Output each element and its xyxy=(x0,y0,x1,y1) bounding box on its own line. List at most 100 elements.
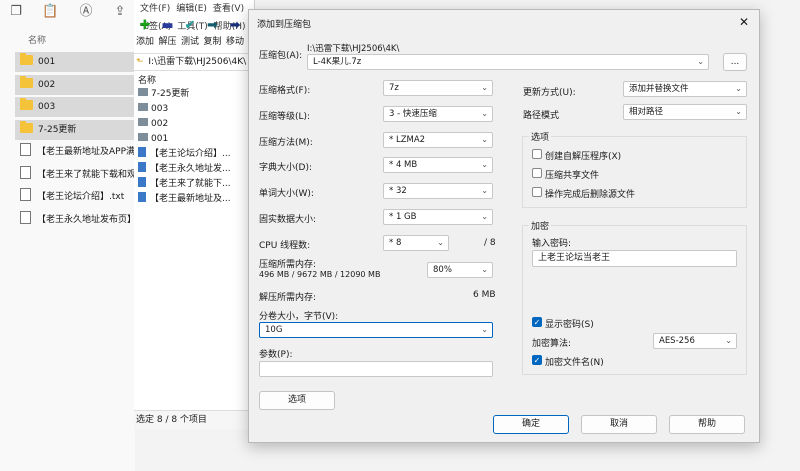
volume-size-value: 10G xyxy=(265,325,283,335)
folder-item[interactable]: 7-25更新 xyxy=(15,119,135,140)
path-mode-value: 相对路径 xyxy=(629,107,664,117)
level-select[interactable]: 3 - 快速压缩 ⌄ xyxy=(383,106,493,122)
close-icon[interactable]: ✕ xyxy=(735,14,753,30)
password-input[interactable]: 上老王论坛当老王 xyxy=(532,250,737,267)
toolbar-label: 测试 xyxy=(180,37,199,47)
fm-folder-item[interactable]: 002 xyxy=(138,117,254,132)
item-name: 【老王来了就能下... xyxy=(150,179,231,189)
copy-icon: ➡ xyxy=(207,18,218,33)
encrypt-names-checkbox[interactable]: ✓ xyxy=(532,355,542,365)
item-name: 002 xyxy=(151,119,169,129)
folder-icon xyxy=(20,75,33,88)
file-item[interactable]: 【老王来了就能下载和观 xyxy=(15,165,135,185)
solid-block-select[interactable]: * 1 GB ⌄ xyxy=(383,209,493,225)
solid-block-label: 固实数据大小: xyxy=(259,215,317,225)
folder-item[interactable]: 002 xyxy=(15,74,135,95)
delete-after-checkbox[interactable] xyxy=(532,187,542,197)
menu-item[interactable]: 编辑(E) xyxy=(176,4,207,14)
shared-files-label[interactable]: 压缩共享文件 xyxy=(545,168,599,181)
encryption-method-select[interactable]: AES-256 ⌄ xyxy=(653,333,737,349)
text-file-icon xyxy=(20,143,31,156)
fm-folder-item[interactable]: 7-25更新 xyxy=(138,87,254,102)
browse-button[interactable]: ... xyxy=(723,53,747,71)
copy-button[interactable]: ➡ 复制 xyxy=(202,18,224,47)
shared-files-checkbox[interactable] xyxy=(532,168,542,178)
folder-item[interactable]: 001 xyxy=(15,52,135,72)
fm-folder-item[interactable]: 001 xyxy=(138,132,254,147)
fm-file-item[interactable]: 【老王永久地址发... xyxy=(138,162,254,177)
update-mode-select[interactable]: 添加并替换文件 ⌄ xyxy=(623,81,747,97)
folder-icon xyxy=(138,133,148,141)
word-size-select[interactable]: * 32 ⌄ xyxy=(383,183,493,199)
add-icon: ✚ xyxy=(139,18,151,33)
chevron-down-icon: ⌄ xyxy=(481,212,488,221)
rename-icon[interactable]: Ⓐ xyxy=(78,4,94,20)
fm-name-column-header[interactable]: 名称 xyxy=(138,73,156,86)
sfx-label[interactable]: 创建自解压程序(X) xyxy=(545,149,621,162)
fm-folder-item[interactable]: 003 xyxy=(138,102,254,117)
fm-file-item[interactable]: 【老王最新地址及... xyxy=(138,192,254,207)
paste-icon[interactable]: 📋 xyxy=(42,4,58,20)
format-select[interactable]: 7z ⌄ xyxy=(383,80,493,96)
sfx-checkbox[interactable] xyxy=(532,149,542,159)
share-icon[interactable]: ⇪ xyxy=(112,4,128,20)
encryption-method-label: 加密算法: xyxy=(532,339,572,349)
fm-file-item[interactable]: 【老王论坛介绍】... xyxy=(138,147,254,162)
threads-label: CPU 线程数: xyxy=(259,241,311,251)
fm-path-bar[interactable]: ⬑ I:\迅雷下载\HJ2506\4K\ xyxy=(134,53,254,71)
toolbar-label: 复制 xyxy=(203,37,222,47)
cancel-button[interactable]: 取消 xyxy=(581,415,657,434)
show-password-checkbox[interactable]: ✓ xyxy=(532,317,542,327)
archive-name-combo[interactable]: L-4K果儿.7z ⌄ xyxy=(307,54,709,70)
copy-icon[interactable]: ❐ xyxy=(8,4,24,20)
chevron-down-icon: ⌄ xyxy=(481,109,488,118)
item-name: 001 xyxy=(151,134,169,144)
chevron-down-icon: ⌄ xyxy=(481,135,488,144)
fm-file-item[interactable]: 【老王来了就能下... xyxy=(138,177,254,192)
file-item[interactable]: 【老王最新地址及APP满 xyxy=(15,142,135,162)
item-name: 【老王最新地址及APP满 xyxy=(37,147,135,157)
method-select[interactable]: * LZMA2 ⌄ xyxy=(383,132,493,148)
menu-item[interactable]: 文件(F) xyxy=(140,4,170,14)
threads-total: / 8 xyxy=(484,238,496,248)
format-value: 7z xyxy=(389,83,399,93)
explorer-toolbar: ❐ 📋 Ⓐ ⇪ xyxy=(0,0,135,26)
ok-button[interactable]: 确定 xyxy=(493,415,569,434)
move-button[interactable]: ➡ 移动 xyxy=(224,18,246,47)
extract-button[interactable]: ▬ 解压 xyxy=(157,18,179,47)
fm-status-bar: 选定 8 / 8 个项目 xyxy=(134,410,256,429)
encrypt-names-label[interactable]: 加密文件名(N) xyxy=(545,355,604,368)
show-password-label[interactable]: 显示密码(S) xyxy=(545,317,594,330)
up-folder-icon[interactable]: ⬑ xyxy=(136,57,144,67)
help-button[interactable]: 帮助 xyxy=(669,415,745,434)
folder-item[interactable]: 003 xyxy=(15,97,135,117)
menu-item[interactable]: 查看(V) xyxy=(213,4,244,14)
folder-icon xyxy=(138,103,148,111)
fm-toolbar: ✚ 添加 ▬ 解压 ✔ 测试 ➡ 复制 ➡ 移动 xyxy=(134,18,254,52)
chevron-down-icon: ⌄ xyxy=(735,107,742,116)
text-file-icon xyxy=(20,165,31,179)
add-to-archive-dialog: 添加到压缩包 ✕ 压缩包(A): I:\迅雷下载\HJ2506\4K\ L-4K… xyxy=(248,9,760,443)
options-button[interactable]: 选项 xyxy=(259,391,335,410)
dictionary-label: 字典大小(D): xyxy=(259,163,312,173)
add-button[interactable]: ✚ 添加 xyxy=(134,18,156,47)
dictionary-select[interactable]: * 4 MB ⌄ xyxy=(383,157,493,173)
name-column-header[interactable]: 名称 xyxy=(28,33,46,46)
threads-select[interactable]: * 8 ⌄ xyxy=(383,235,449,251)
item-name: 【老王永久地址发... xyxy=(150,164,231,174)
archive-name-value: L-4K果儿.7z xyxy=(313,57,362,67)
word-size-label: 单词大小(W): xyxy=(259,189,314,199)
parameters-input[interactable] xyxy=(259,361,493,377)
chevron-down-icon: ⌄ xyxy=(735,84,742,93)
delete-after-label[interactable]: 操作完成后删除源文件 xyxy=(545,187,635,200)
test-button[interactable]: ✔ 测试 xyxy=(179,18,201,47)
volume-size-combo[interactable]: 10G ⌄ xyxy=(259,322,493,338)
file-item[interactable]: 【老王永久地址发布页】 xyxy=(15,210,135,230)
fm-path-text: I:\迅雷下载\HJ2506\4K\ xyxy=(148,57,247,67)
file-item[interactable]: 【老王论坛介绍】.txt xyxy=(15,187,135,207)
parameters-label: 参数(P): xyxy=(259,350,293,360)
path-mode-select[interactable]: 相对路径 ⌄ xyxy=(623,104,747,120)
chevron-down-icon: ⌄ xyxy=(481,83,488,92)
memory-percent-select[interactable]: 80% ⌄ xyxy=(427,262,493,278)
chevron-down-icon: ⌄ xyxy=(725,336,732,345)
